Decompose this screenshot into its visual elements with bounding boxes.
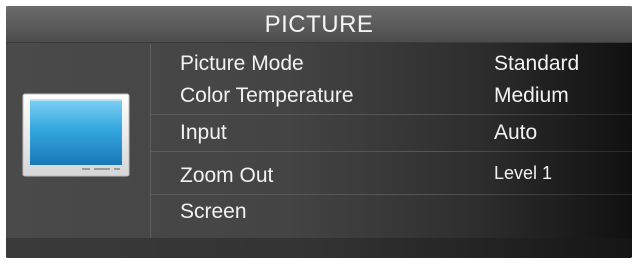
menu-list: Picture Mode Standard Color Temperature … xyxy=(151,44,632,229)
menu-item-color-temperature[interactable]: Color Temperature Medium xyxy=(151,78,632,114)
menu-item-label: Zoom Out xyxy=(180,164,274,187)
footer-band xyxy=(6,238,632,258)
menu-item-value: Auto xyxy=(494,121,538,144)
tv-icon xyxy=(22,93,130,177)
menu-item-screen[interactable]: Screen xyxy=(151,195,632,229)
menu-item-label: Color Temperature xyxy=(180,84,354,107)
menu-item-label: Screen xyxy=(180,200,247,223)
menu-item-value: Level 1 xyxy=(494,163,553,183)
menu-item-zoom-out[interactable]: Zoom Out Level 1 xyxy=(151,152,632,194)
menu-item-value: Medium xyxy=(494,84,569,107)
osd-menu: PICTURE Picture Mode Standard Color Temp… xyxy=(6,6,632,258)
menu-title: PICTURE xyxy=(264,11,374,38)
menu-item-label: Input xyxy=(180,121,227,144)
menu-item-input[interactable]: Input Auto xyxy=(151,115,632,151)
